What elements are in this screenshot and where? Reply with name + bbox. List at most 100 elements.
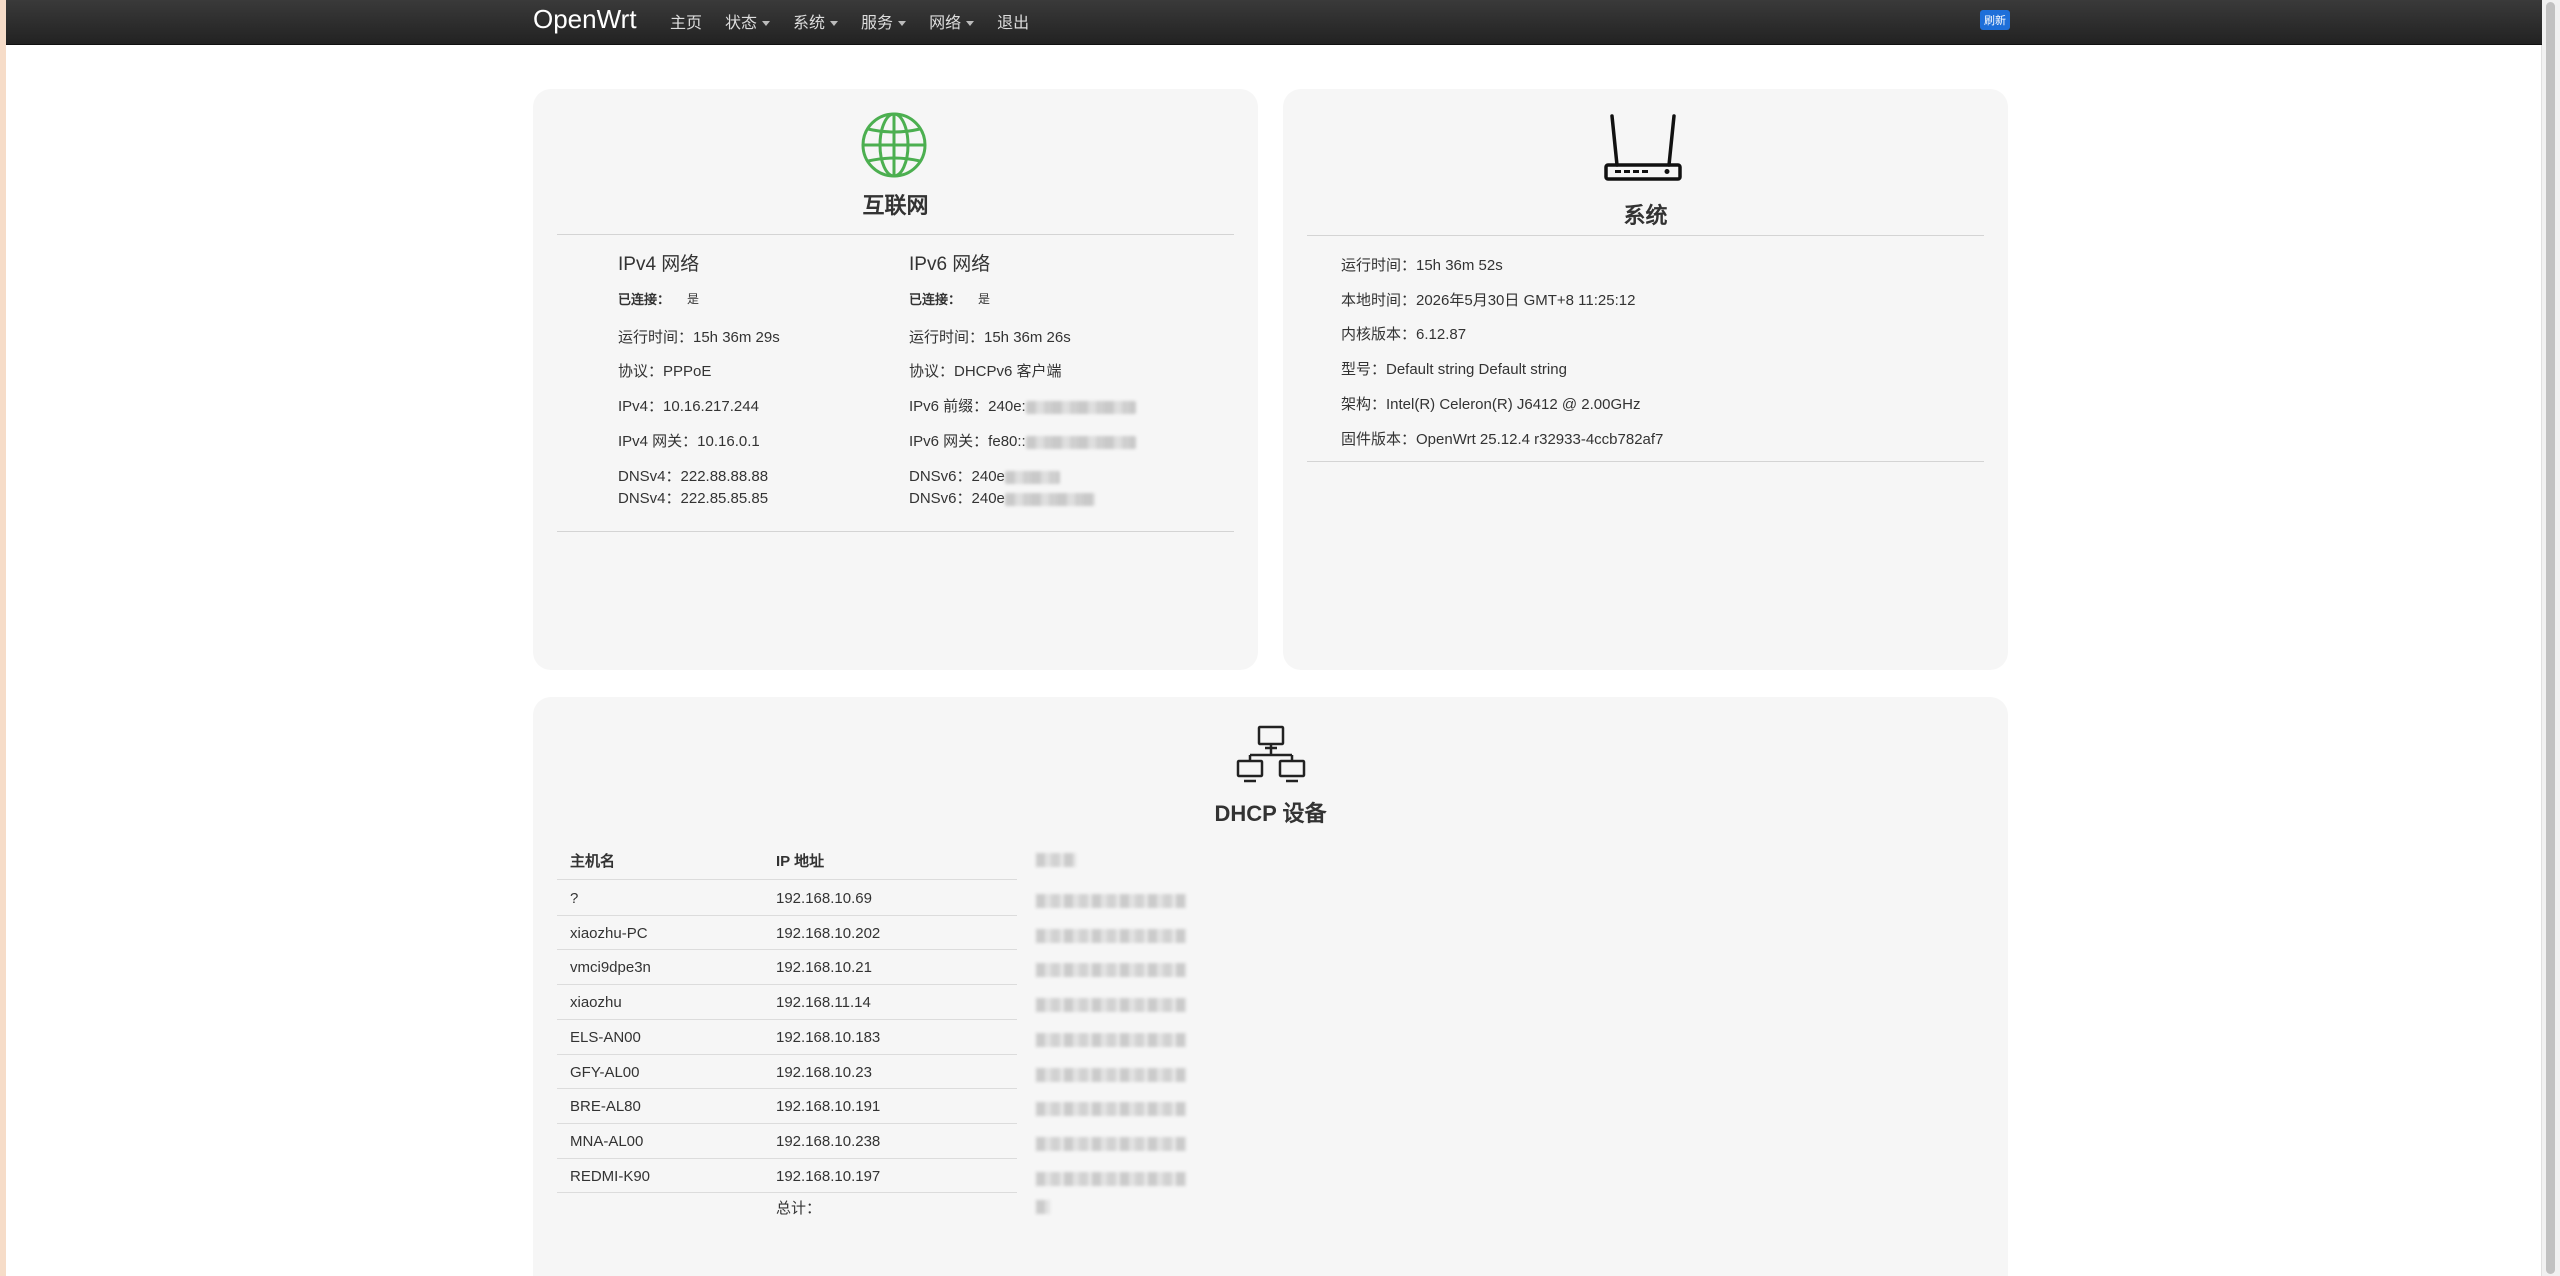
ipv6-connected-value: 是: [978, 292, 991, 306]
dhcp-header-line: [557, 879, 1017, 880]
dhcp-hostname: xiaozhu: [570, 994, 622, 1012]
row-divider: [557, 984, 1017, 986]
redacted-mac: [1036, 1032, 1186, 1047]
system-model: 型号：Default string Default string: [1341, 361, 1567, 378]
refresh-badge[interactable]: 刷新: [1980, 10, 2010, 30]
globe-icon: [861, 112, 927, 178]
redacted-mac: [1036, 1136, 1186, 1151]
nav-network-label: 网络: [929, 15, 962, 32]
nav-logout[interactable]: 退出: [997, 9, 1029, 33]
top-navbar: OpenWrt 主页 状态 系统 服务 网络 退出 刷新: [6, 0, 2542, 45]
ipv6-gateway-text: IPv6 网关：fe80::: [909, 433, 1026, 450]
internet-divider-top: [557, 234, 1234, 235]
system-card: 系统 运行时间：15h 36m 52s 本地时间：2026年5月30日 GMT+…: [1283, 89, 2008, 670]
redacted-mac: [1036, 1067, 1186, 1082]
internet-divider-bottom: [557, 531, 1234, 532]
redacted-total: [1036, 1200, 1050, 1214]
nav-status-label: 状态: [725, 15, 758, 32]
dhcp-ip: 192.168.10.21: [776, 959, 872, 977]
router-icon: [1604, 114, 1682, 181]
dhcp-header-ip: IP 地址: [776, 853, 825, 870]
ipv4-protocol: 协议：PPPoE: [618, 363, 712, 380]
ipv4-dns-2: DNSv4：222.85.85.85: [618, 490, 769, 507]
dhcp-ip: 192.168.10.202: [776, 924, 881, 942]
redacted-value: [1025, 435, 1136, 449]
redacted-header: [1036, 853, 1076, 867]
dhcp-hostname: GFY-AL00: [570, 1063, 640, 1081]
ipv4-connected-label: 已连接：: [618, 292, 671, 307]
dhcp-total-label: 总计：: [776, 1200, 822, 1217]
nav-status[interactable]: 状态: [725, 9, 771, 33]
caret-down-icon: [830, 21, 839, 27]
dhcp-hostname: ELS-AN00: [570, 1028, 641, 1046]
redacted-value: [1004, 492, 1095, 506]
system-firmware: 固件版本：OpenWrt 25.12.4 r32933-4ccb782af7: [1341, 431, 1664, 448]
redacted-value: [1025, 400, 1136, 414]
nav-network[interactable]: 网络: [929, 9, 975, 33]
nav-system-label: 系统: [793, 15, 826, 32]
row-divider: [557, 1053, 1017, 1055]
nav-system[interactable]: 系统: [793, 9, 839, 33]
dhcp-ip: 192.168.11.14: [776, 994, 871, 1012]
system-title: 系统: [1623, 203, 1668, 228]
dhcp-hostname: ?: [570, 890, 579, 907]
caret-down-icon: [762, 21, 771, 27]
dhcp-card: DHCP 设备 主机名 IP 地址 ? 192.168.10.69 xiaozhu-…: [533, 697, 2008, 1276]
network-icon: [1236, 725, 1306, 783]
ipv4-connected-value: 是: [687, 292, 700, 306]
ipv6-uptime: 运行时间：15h 36m 26s: [909, 329, 1071, 346]
main-nav: 主页 状态 系统 服务 网络 退出: [670, 9, 1052, 33]
row-divider: [557, 1122, 1017, 1124]
row-divider: [557, 1018, 1017, 1020]
dhcp-ip: 192.168.10.238: [776, 1132, 881, 1150]
nav-home[interactable]: 主页: [670, 9, 702, 33]
ipv6-dns-1-text: DNSv6：240e: [909, 468, 1005, 485]
nav-services-label: 服务: [861, 15, 894, 32]
dhcp-hostname: REDMI-K90: [570, 1167, 651, 1185]
row-divider: [557, 1157, 1017, 1159]
system-divider-bottom: [1307, 461, 1984, 462]
dhcp-ip: 192.168.10.183: [776, 1028, 881, 1046]
system-divider-top: [1307, 235, 1984, 236]
dhcp-hostname: MNA-AL00: [570, 1132, 644, 1150]
redacted-mac: [1036, 1171, 1186, 1186]
dhcp-ip: 192.168.10.197: [776, 1167, 881, 1185]
redacted-mac: [1036, 998, 1186, 1013]
scrollbar-thumb[interactable]: [2546, 2, 2555, 1274]
ipv6-gateway: IPv6 网关：fe80::: [909, 430, 1136, 451]
redacted-mac: [1036, 894, 1186, 908]
dhcp-header-hostname: 主机名: [570, 853, 616, 870]
dhcp-ip: 192.168.10.69: [776, 890, 872, 907]
ipv4-heading: IPv4 网络: [618, 254, 700, 275]
ipv6-dns-2: DNSv6：240e: [909, 487, 1095, 508]
system-kernel: 内核版本：6.12.87: [1341, 326, 1467, 343]
dhcp-hostname: xiaozhu-PC: [570, 924, 648, 942]
internet-card: 互联网 IPv4 网络 已连接： 是 运行时间：15h 36m 29s 协议：P…: [533, 89, 1258, 670]
redacted-mac: [1036, 928, 1186, 943]
dhcp-ip: 192.168.10.191: [776, 1098, 881, 1116]
vertical-scrollbar[interactable]: [2541, 0, 2560, 1276]
redacted-mac: [1036, 963, 1186, 978]
system-localtime: 本地时间：2026年5月30日 GMT+8 11:25:12: [1341, 292, 1636, 309]
ipv4-uptime: 运行时间：15h 36m 29s: [618, 329, 780, 346]
internet-title: 互联网: [862, 193, 929, 218]
row-divider: [557, 914, 1017, 916]
brand-logo[interactable]: OpenWrt: [533, 4, 637, 35]
nav-services[interactable]: 服务: [861, 9, 907, 33]
row-divider: [557, 949, 1017, 951]
ipv4-dns-1: DNSv4：222.88.88.88: [618, 468, 769, 485]
dhcp-title: DHCP 设备: [1214, 801, 1327, 826]
caret-down-icon: [898, 21, 907, 27]
system-arch: 架构：Intel(R) Celeron(R) J6412 @ 2.00GHz: [1341, 396, 1641, 413]
dhcp-hostname: BRE-AL80: [570, 1098, 641, 1116]
dhcp-ip: 192.168.10.23: [776, 1063, 872, 1081]
dhcp-hostname: vmci9dpe3n: [570, 959, 651, 977]
redacted-value: [1004, 470, 1060, 484]
window-left-edge: [0, 0, 6, 1276]
ipv6-prefix-text: IPv6 前缀：240e:: [909, 398, 1026, 415]
redacted-mac: [1036, 1102, 1186, 1117]
row-divider: [557, 1088, 1017, 1090]
ipv6-dns-2-text: DNSv6：240e: [909, 490, 1005, 507]
ipv6-dns-1: DNSv6：240e: [909, 465, 1060, 486]
ipv4-gateway: IPv4 网关：10.16.0.1: [618, 433, 760, 450]
